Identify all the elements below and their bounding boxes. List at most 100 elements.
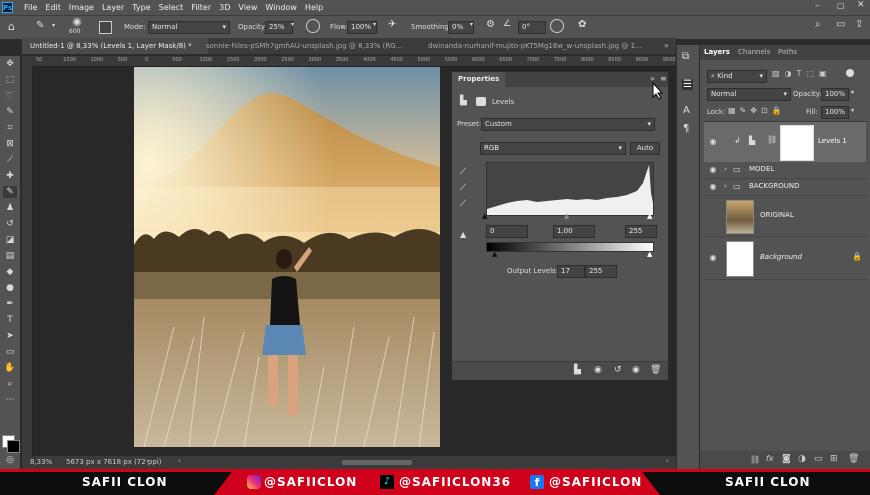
- home-icon[interactable]: ⌂: [8, 20, 15, 33]
- layer-row-background[interactable]: ◉ Background 🔒: [704, 237, 866, 280]
- share-icon[interactable]: ⇪: [855, 19, 863, 30]
- quick-select-tool-icon[interactable]: ✎: [3, 106, 17, 118]
- blend-mode-select[interactable]: Normal ▾: [707, 88, 791, 101]
- document-photo[interactable]: [134, 67, 440, 447]
- black-point-eyedropper-icon[interactable]: ⟋: [460, 167, 466, 177]
- quick-mask-icon[interactable]: ◎: [3, 454, 17, 466]
- visibility-icon[interactable]: ◉: [632, 365, 640, 375]
- character-panel-icon[interactable]: A: [683, 105, 690, 116]
- layer-row-original[interactable]: ORIGINAL: [704, 196, 866, 237]
- visibility-off-icon[interactable]: [708, 211, 718, 221]
- link-layers-icon[interactable]: ⛓: [750, 455, 760, 464]
- gradient-tool-icon[interactable]: ▤: [3, 250, 17, 262]
- tab-paths[interactable]: Paths: [778, 45, 797, 59]
- adjustment-layer-icon[interactable]: ◑: [798, 454, 806, 464]
- visibility-eye-icon[interactable]: ◉: [708, 182, 718, 192]
- menu-view[interactable]: View: [234, 0, 261, 15]
- layer-row-levels-1[interactable]: ◉ ↲ ▙ ⛓ Levels 1: [704, 122, 866, 163]
- layer-row-model[interactable]: ◉ › ▭ MODEL: [704, 162, 866, 179]
- input-gamma-slider[interactable]: ▲: [564, 212, 569, 220]
- menu-image[interactable]: Image: [65, 0, 98, 15]
- layer-name[interactable]: BACKGROUND: [749, 182, 800, 190]
- gear-icon[interactable]: ⚙: [486, 19, 495, 30]
- brush-tool-icon[interactable]: ✎: [3, 186, 17, 198]
- preset-select[interactable]: Custom ▾: [481, 118, 655, 131]
- new-layer-icon[interactable]: ⊞: [830, 454, 838, 464]
- layer-thumbnail[interactable]: [726, 200, 754, 234]
- channel-select[interactable]: RGB ▾: [480, 142, 626, 155]
- rectangle-tool-icon[interactable]: ▭: [3, 346, 17, 358]
- path-select-icon[interactable]: ➤: [3, 330, 17, 342]
- white-point-eyedropper-icon[interactable]: ⟋: [460, 199, 466, 209]
- eyedropper-tool-icon[interactable]: ⟋: [3, 154, 17, 166]
- chevron-down-icon[interactable]: ▾: [851, 89, 854, 96]
- background-color-swatch[interactable]: [7, 440, 20, 453]
- move-tool-icon[interactable]: ✥: [3, 58, 17, 70]
- menu-layer[interactable]: Layer: [98, 0, 128, 15]
- history-panel-icon[interactable]: ⧉: [682, 51, 689, 62]
- link-icon[interactable]: ⛓: [767, 135, 777, 144]
- workspace-icon[interactable]: ▭: [836, 19, 845, 30]
- menu-file[interactable]: File: [20, 0, 41, 15]
- zoom-level[interactable]: 8,33%: [30, 458, 52, 466]
- visibility-eye-icon[interactable]: ◉: [708, 253, 718, 263]
- fx-icon[interactable]: fx: [766, 454, 774, 463]
- dodge-tool-icon[interactable]: ●: [3, 282, 17, 294]
- chevron-right-icon[interactable]: ›: [724, 165, 727, 173]
- properties-panel-icon[interactable]: ☰: [682, 79, 693, 90]
- marquee-tool-icon[interactable]: ⬚: [3, 74, 17, 86]
- maximize-button[interactable]: ▢: [837, 1, 845, 10]
- chevron-down-icon[interactable]: ▾: [291, 21, 294, 28]
- layer-mask-thumbnail[interactable]: [780, 125, 814, 161]
- new-group-icon[interactable]: ▭: [814, 454, 823, 464]
- output-white-field[interactable]: 255: [585, 265, 617, 278]
- mode-select[interactable]: Normal ▾: [148, 21, 230, 34]
- chevron-down-icon[interactable]: ▾: [52, 22, 55, 29]
- angle-input[interactable]: 0°: [518, 21, 546, 34]
- tab-untitled-1[interactable]: Untitled-1 @ 8,33% (Levels 1, Layer Mask…: [22, 38, 208, 54]
- close-button[interactable]: ✕: [857, 0, 865, 10]
- chevron-down-icon[interactable]: ▾: [851, 107, 854, 114]
- input-white-slider[interactable]: ▲: [647, 212, 652, 220]
- horizontal-scrollbar[interactable]: [342, 460, 412, 465]
- input-white-field[interactable]: 255: [625, 225, 657, 238]
- lock-icon[interactable]: 🔒: [852, 252, 862, 261]
- menu-filter[interactable]: Filter: [187, 0, 215, 15]
- menu-select[interactable]: Select: [155, 0, 188, 15]
- layer-name[interactable]: ORIGINAL: [760, 211, 794, 219]
- layer-name[interactable]: Levels 1: [818, 137, 847, 145]
- menu-type[interactable]: Type: [128, 0, 154, 15]
- reset-icon[interactable]: ↺: [614, 365, 622, 375]
- layer-thumbnail[interactable]: [726, 241, 754, 277]
- layer-row-background-group[interactable]: ◉ › ▭ BACKGROUND: [704, 179, 866, 196]
- add-mask-icon[interactable]: ◙: [782, 454, 791, 464]
- chevron-right-icon[interactable]: ›: [666, 457, 669, 465]
- brush-settings-icon[interactable]: [99, 21, 112, 34]
- input-black-slider[interactable]: ▲: [482, 212, 487, 220]
- fill-input[interactable]: 100%: [821, 106, 849, 119]
- menu-help[interactable]: Help: [301, 0, 327, 15]
- tab-sonnie-hiles[interactable]: sonnie-hiles-pSMh7gmhAU-unsplash.jpg @ 8…: [198, 38, 434, 54]
- pressure-opacity-icon[interactable]: [306, 19, 320, 33]
- output-black-field[interactable]: 17: [557, 265, 585, 278]
- input-gamma-field[interactable]: 1,00: [553, 225, 595, 238]
- tab-overflow-icon[interactable]: »: [664, 41, 669, 50]
- gray-point-eyedropper-icon[interactable]: ⟋: [460, 183, 466, 193]
- output-black-slider[interactable]: ▲: [492, 250, 497, 258]
- opacity-input[interactable]: 25%: [265, 21, 293, 34]
- pen-tool-icon[interactable]: ✒: [3, 298, 17, 310]
- layer-name[interactable]: Background: [760, 253, 802, 261]
- layer-mask-icon[interactable]: [476, 97, 486, 106]
- brush-tool-icon[interactable]: ✎: [36, 20, 44, 31]
- healing-tool-icon[interactable]: ✚: [3, 170, 17, 182]
- tab-channels[interactable]: Channels: [738, 45, 770, 59]
- input-black-field[interactable]: 0: [486, 225, 528, 238]
- frame-tool-icon[interactable]: ⊠: [3, 138, 17, 150]
- menu-edit[interactable]: Edit: [41, 0, 65, 15]
- trash-icon[interactable]: 🗑: [848, 454, 859, 464]
- paragraph-panel-icon[interactable]: ¶: [683, 123, 689, 134]
- tab-dwinanda[interactable]: dwinanda-nurhanif-mujito-pKT5Mg16w_w-uns…: [420, 38, 676, 54]
- clip-to-layer-icon[interactable]: ▙: [574, 365, 581, 375]
- crop-tool-icon[interactable]: ⌗: [3, 122, 17, 134]
- visibility-eye-icon[interactable]: ◉: [708, 137, 718, 147]
